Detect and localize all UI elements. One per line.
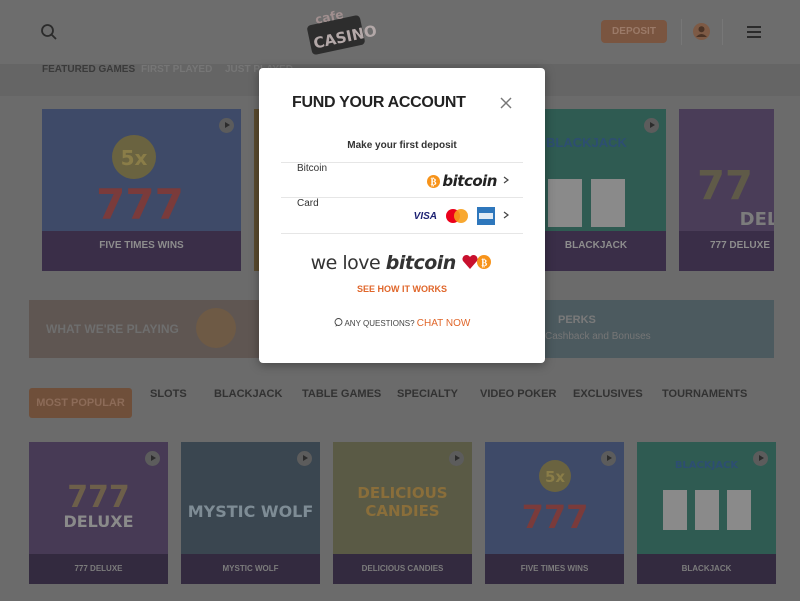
featured-card-five-times-wins[interactable]: 5x 777 FIVE TIMES WINS xyxy=(42,109,241,271)
game-title: MYSTIC WOLF xyxy=(181,554,320,584)
game-art: MYSTIC WOLF xyxy=(187,502,314,521)
game-art: 777 xyxy=(67,480,130,515)
see-how-it-works-link[interactable]: SEE HOW IT WORKS xyxy=(259,284,545,294)
game-title: DELICIOUS CANDIES xyxy=(333,554,472,584)
tab-blackjack[interactable]: BLACKJACK xyxy=(214,388,282,418)
tab-first-played[interactable]: FIRST PLAYED xyxy=(141,64,212,96)
game-title: BLACKJACK xyxy=(637,554,776,584)
perks-banner[interactable]: PERKS Cashback and Bonuses xyxy=(545,300,774,358)
modal-title: FUND YOUR ACCOUNT xyxy=(292,94,466,111)
promo-label: WHAT WE'RE PLAYING xyxy=(46,322,179,336)
chevron-right-icon xyxy=(503,176,509,184)
card-brand-logos: VISA xyxy=(414,206,495,226)
play-preview-icon[interactable] xyxy=(601,451,616,466)
top-header: cafe CASINO DEPOSIT xyxy=(0,0,800,64)
game-card-delicious-candies[interactable]: DELICIOUS CANDIES DELICIOUS CANDIES xyxy=(333,442,472,584)
svg-text:77: 77 xyxy=(697,163,753,209)
chat-bubble-icon xyxy=(334,318,343,327)
fund-account-modal: FUND YOUR ACCOUNT Make your first deposi… xyxy=(259,68,545,363)
tab-video-poker[interactable]: VIDEO POKER xyxy=(480,388,556,418)
tab-table-games[interactable]: TABLE GAMES xyxy=(302,388,381,418)
what-were-playing-banner[interactable]: WHAT WE'RE PLAYING xyxy=(29,300,259,358)
featured-card-blackjack[interactable]: BLACKJACK BLACKJACK xyxy=(526,109,666,271)
tab-most-popular[interactable]: MOST POPULAR xyxy=(29,388,132,418)
modal-subtitle: Make your first deposit xyxy=(347,140,457,151)
heart-bitcoin-icon: ₿ xyxy=(462,254,492,269)
game-title: FIVE TIMES WINS xyxy=(42,231,241,271)
questions-line: ANY QUESTIONS? CHAT NOW xyxy=(259,318,545,329)
bitcoin-coin-icon: ₿ xyxy=(427,174,441,188)
svg-text:₿: ₿ xyxy=(482,258,488,269)
payment-method-label: Bitcoin xyxy=(297,163,328,174)
play-preview-icon[interactable] xyxy=(297,451,312,466)
game-card-five-times-wins[interactable]: 5x 777 FIVE TIMES WINS xyxy=(485,442,624,584)
play-preview-icon[interactable] xyxy=(644,118,659,133)
game-art: DELUXE xyxy=(63,512,134,531)
close-icon[interactable] xyxy=(499,96,513,110)
game-card-777-deluxe[interactable]: 777 DELUXE 777 DELUXE xyxy=(29,442,168,584)
svg-text:777: 777 xyxy=(96,180,184,229)
header-divider xyxy=(681,19,682,45)
tab-exclusives[interactable]: EXCLUSIVES xyxy=(573,388,643,418)
tab-slots[interactable]: SLOTS xyxy=(150,388,187,418)
chat-now-link[interactable]: CHAT NOW xyxy=(417,318,471,329)
mascot-icon xyxy=(196,308,236,348)
featured-card-777-deluxe[interactable]: 77 DEL 777 DELUXE xyxy=(679,109,774,271)
svg-text:DEL: DEL xyxy=(740,209,774,230)
mastercard-icon xyxy=(446,209,468,223)
tab-featured-games[interactable]: FEATURED GAMES xyxy=(42,64,135,96)
chevron-right-icon xyxy=(503,211,509,219)
header-divider xyxy=(722,19,723,45)
svg-text:5x: 5x xyxy=(545,468,565,486)
play-preview-icon[interactable] xyxy=(753,451,768,466)
payment-method-bitcoin[interactable]: Bitcoin ₿ bitcoin xyxy=(281,162,523,198)
tab-tournaments[interactable]: TOURNAMENTS xyxy=(662,388,747,418)
visa-logo: VISA xyxy=(413,210,437,222)
cafe-casino-logo[interactable]: cafe CASINO xyxy=(306,7,378,56)
game-title: BLACKJACK xyxy=(526,231,666,271)
payment-method-label: Card xyxy=(297,198,319,209)
amex-icon xyxy=(477,207,495,225)
we-love-bitcoin-banner: we love bitcoin ₿ xyxy=(259,252,545,274)
svg-text:5x: 5x xyxy=(121,146,148,170)
game-card-mystic-wolf[interactable]: MYSTIC WOLF MYSTIC WOLF xyxy=(181,442,320,584)
tab-specialty[interactable]: SPECIALTY xyxy=(397,388,458,418)
svg-text:777: 777 xyxy=(522,498,589,536)
perks-subtitle: Cashback and Bonuses xyxy=(545,331,651,342)
payment-method-card[interactable]: Card VISA xyxy=(281,198,523,234)
777-deluxe-art: 77 DEL xyxy=(697,163,774,230)
game-title: 777 DELUXE xyxy=(679,231,774,271)
user-account-icon[interactable] xyxy=(692,22,711,41)
play-preview-icon[interactable] xyxy=(449,451,464,466)
bitcoin-logo: ₿ bitcoin xyxy=(427,171,497,191)
game-title: FIVE TIMES WINS xyxy=(485,554,624,584)
search-icon[interactable] xyxy=(40,23,58,41)
play-preview-icon[interactable] xyxy=(145,451,160,466)
game-art: DELICIOUS CANDIES xyxy=(357,484,448,520)
hamburger-menu-icon[interactable] xyxy=(747,25,761,39)
perks-title: PERKS xyxy=(558,314,596,326)
game-card-blackjack[interactable]: BLACKJACK BLACKJACK xyxy=(637,442,776,584)
deposit-button[interactable]: DEPOSIT xyxy=(601,20,667,43)
play-preview-icon[interactable] xyxy=(219,118,234,133)
svg-text:₿: ₿ xyxy=(431,177,437,188)
game-title: 777 DELUXE xyxy=(29,554,168,584)
five-times-wins-art: 5x 777 xyxy=(96,135,184,229)
